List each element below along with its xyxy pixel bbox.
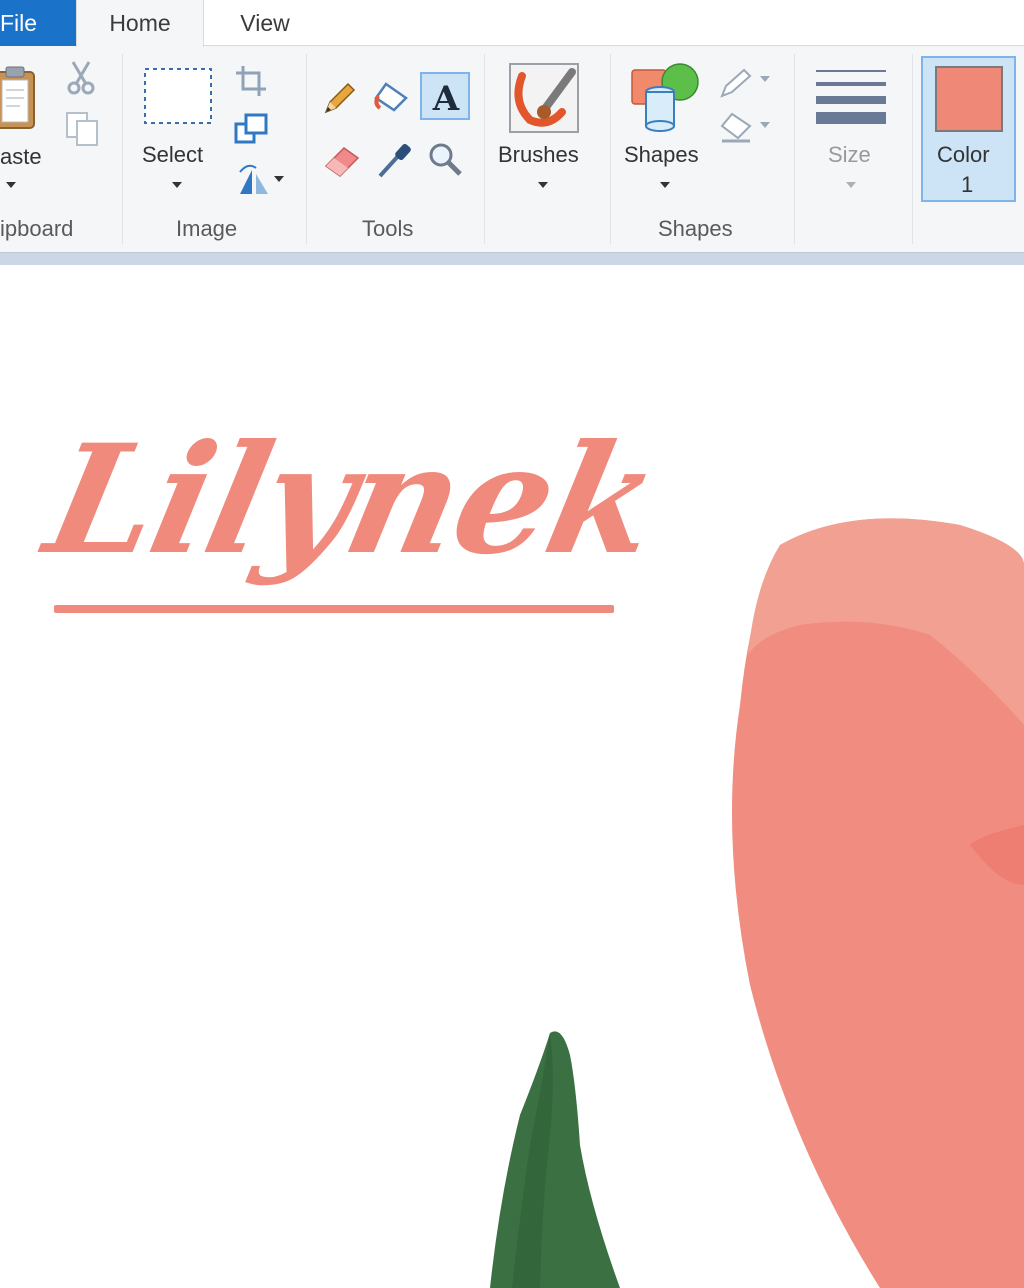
line-size-icon: [816, 70, 886, 124]
crop-button[interactable]: [234, 64, 268, 98]
tab-view[interactable]: View: [220, 0, 310, 46]
ribbon-tab-bar: File Home View: [0, 0, 1024, 47]
clipboard-icon: [0, 66, 35, 129]
color-1-button[interactable]: Color 1: [921, 56, 1016, 202]
magnifier-icon: [429, 143, 462, 176]
tab-home[interactable]: Home: [76, 0, 204, 47]
paste-button[interactable]: aste: [0, 56, 50, 196]
fill-style-button[interactable]: [718, 108, 774, 144]
ribbon-bottom-border: [0, 252, 1024, 265]
tab-file[interactable]: File: [0, 0, 76, 46]
eraser-icon: [324, 147, 360, 177]
eraser-tool[interactable]: [322, 142, 362, 178]
leaf-artwork: [490, 1031, 620, 1288]
pencil-icon: [324, 82, 356, 114]
size-label: Size: [828, 142, 871, 167]
brushes-dropdown-icon: [538, 182, 548, 188]
paint-bucket-icon: [374, 82, 408, 112]
logo-text: Lilynek: [33, 412, 672, 588]
tab-file-label: File: [0, 9, 38, 36]
brushes-button[interactable]: Brushes: [496, 58, 596, 198]
svg-text:A: A: [432, 79, 460, 116]
size-button[interactable]: Size: [806, 58, 896, 198]
magnifier-tool[interactable]: [426, 140, 466, 180]
group-separator: [122, 54, 123, 244]
select-label: Select: [142, 142, 204, 167]
group-separator: [794, 54, 795, 244]
eyedropper-icon: [378, 143, 411, 178]
drawing-canvas[interactable]: Lilynek: [0, 265, 1024, 1288]
group-separator: [912, 54, 913, 244]
brush-icon: [509, 63, 579, 133]
select-rectangle-icon: [144, 68, 212, 124]
flower-petal-artwork: [732, 518, 1024, 1288]
scissors-icon: [67, 61, 95, 95]
select-button[interactable]: Select: [136, 60, 222, 200]
color-picker-tool[interactable]: [376, 140, 414, 180]
fill-bucket-icon: [720, 112, 752, 143]
fill-style-dropdown-icon: [760, 122, 770, 128]
shapes-button[interactable]: Shapes: [622, 58, 714, 198]
image-group-label: Image: [176, 216, 238, 241]
outline-pencil-icon: [720, 68, 752, 98]
fill-tool[interactable]: [372, 76, 414, 116]
tools-group-label: Tools: [362, 216, 414, 241]
shapes-label: Shapes: [624, 142, 699, 167]
clipboard-group-label: ipboard: [0, 216, 74, 241]
tab-home-label: Home: [109, 10, 171, 36]
outline-button[interactable]: [718, 66, 774, 100]
resize-icon: [234, 113, 268, 144]
cut-button[interactable]: [64, 60, 98, 96]
group-separator: [306, 54, 307, 244]
text-tool[interactable]: A: [420, 72, 470, 120]
crop-icon: [236, 66, 266, 96]
color-1-number: 1: [961, 172, 974, 197]
paste-label: aste: [0, 144, 42, 169]
brushes-label: Brushes: [498, 142, 579, 167]
color-1-swatch: [935, 66, 1003, 132]
shapes-icon: [631, 63, 699, 132]
outline-dropdown-icon: [760, 76, 770, 82]
group-separator: [484, 54, 485, 244]
copy-button[interactable]: [64, 110, 102, 148]
rotate-dropdown-icon: [274, 176, 284, 182]
select-dropdown-icon: [172, 182, 182, 188]
shapes-group-label: Shapes: [658, 216, 733, 241]
rotate-button[interactable]: [234, 162, 286, 198]
logo-underline: [54, 605, 614, 613]
shapes-dropdown-icon: [660, 182, 670, 188]
paste-dropdown-icon: [6, 182, 16, 188]
pencil-tool[interactable]: [322, 80, 358, 116]
rotate-icon: [239, 164, 268, 194]
group-separator: [610, 54, 611, 244]
tab-view-label: View: [240, 9, 290, 36]
size-dropdown-icon: [846, 182, 856, 188]
resize-button[interactable]: [234, 112, 270, 146]
text-a-icon: A: [432, 79, 460, 116]
copy-icon: [66, 112, 98, 146]
color-1-label: Color: [937, 142, 990, 167]
ribbon-home: aste ipboard Select Image A Tools Brushe…: [0, 46, 1024, 252]
